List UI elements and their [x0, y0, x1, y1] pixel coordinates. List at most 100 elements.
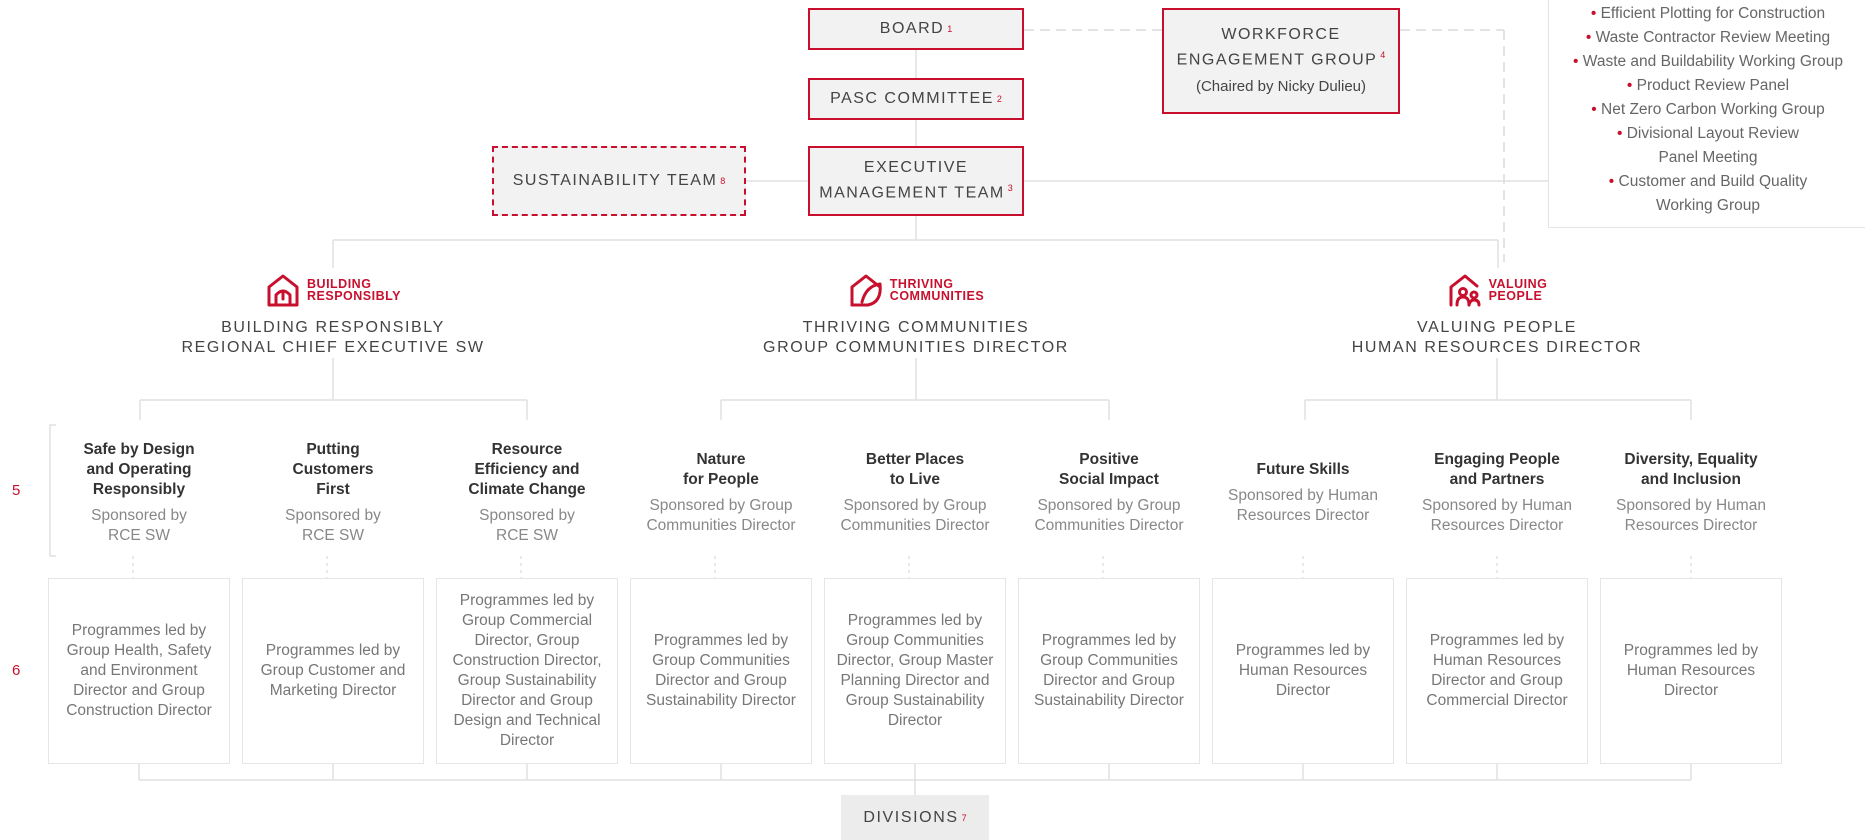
pasc-committee-box: PASC COMMITTEE 2: [808, 78, 1024, 120]
theme-title: Positive Social Impact: [1059, 450, 1159, 490]
programme-line: Group Communities: [652, 652, 790, 669]
programme-line: Design and Technical: [453, 712, 601, 729]
theme-title: Future Skills: [1256, 460, 1349, 480]
divisions-ref: 7: [961, 812, 967, 823]
theme-sponsor-line: Sponsored by: [91, 507, 187, 524]
theme-title-line: Future Skills: [1256, 461, 1350, 478]
programme-line: Human Resources: [1238, 662, 1368, 679]
pillar-title-line1: BUILDING RESPONSIBLY: [221, 319, 445, 336]
programme-line: Sustainability Director: [646, 692, 796, 709]
programme-line: Programmes led by: [847, 612, 983, 629]
programme-box: Programmes led by Group Customer and Marke…: [242, 578, 424, 764]
programme-line: and Environment: [80, 662, 198, 679]
working-group-item: • Waste Contractor Review Meeting: [1549, 26, 1865, 50]
theme-title: Nature for People: [683, 450, 759, 490]
bullet-icon: •: [1616, 125, 1627, 142]
programme-line: Director, Group Master: [836, 652, 994, 669]
theme-sponsor: Sponsored by Human Resources Director: [1228, 486, 1378, 526]
house-leaf-icon: [850, 274, 882, 307]
theme-title-line: Positive: [1079, 451, 1139, 468]
programme-box: Programmes led by Group Commercial Directo…: [436, 578, 618, 764]
programme-box: Programmes led by Human Resources Director…: [1406, 578, 1588, 764]
programme-line: Human Resources: [1432, 652, 1562, 669]
executive-ref: 3: [1007, 183, 1013, 194]
theme-sponsor-line: Communities Director: [646, 517, 796, 534]
theme-title-line: Nature: [696, 451, 746, 468]
programme-line: Director and Group: [1043, 672, 1175, 689]
working-group-item: • Customer and Build Quality: [1549, 170, 1865, 194]
programme-line: Construction Director,: [452, 652, 602, 669]
board-box: BOARD 1: [808, 8, 1024, 50]
programme-line: Group Commercial: [461, 612, 593, 629]
theme-column-header: Safe by Design and Operating Responsibly Sp…: [42, 428, 236, 558]
programme-line: Construction Director: [66, 702, 212, 719]
programme-box: Programmes led by Group Health, Safety and…: [48, 578, 230, 764]
bullet-icon: •: [1573, 53, 1583, 70]
theme-title-line: Climate Change: [468, 481, 586, 498]
workforce-engagement-box: WORKFORCE ENGAGEMENT GROUP 4 (Chaired by …: [1162, 8, 1400, 114]
pillar-title-line2: HUMAN RESOURCES DIRECTOR: [1351, 339, 1643, 356]
bullet-icon: •: [1585, 29, 1596, 46]
programme-box: Programmes led by Group Communities Direct…: [1018, 578, 1200, 764]
workforce-ref: 4: [1380, 50, 1386, 61]
divisions-label: DIVISIONS: [863, 808, 959, 826]
pillar-logo-line2: RESPONSIBLY: [307, 289, 401, 303]
theme-sponsor: Sponsored by RCE SW: [285, 506, 381, 546]
programme-box: Programmes led by Group Communities Direct…: [630, 578, 812, 764]
programme-line: Director and Group: [1431, 672, 1563, 689]
theme-sponsor-line: Sponsored by: [479, 507, 575, 524]
working-group-text: Waste and Buildability Working Group: [1582, 53, 1843, 70]
bullet-icon: •: [1626, 77, 1637, 94]
sustainability-team-box: SUSTAINABILITY TEAM 8: [492, 146, 746, 216]
house-people-icon: [1449, 274, 1481, 307]
theme-sponsor-line: Sponsored by: [285, 507, 381, 524]
theme-title: Engaging People and Partners: [1434, 450, 1560, 490]
working-group-item: • Waste and Buildability Working Group: [1549, 50, 1865, 74]
workforce-line2: ENGAGEMENT GROUP: [1176, 51, 1378, 69]
working-group-item: • Divisional Layout Review: [1549, 122, 1865, 146]
theme-title-line: Engaging People: [1434, 451, 1560, 468]
theme-column-header: Better Places to Live Sponsored by Group Co…: [818, 428, 1012, 558]
programme-line: Group Sustainability: [845, 692, 985, 709]
theme-sponsor-line: Resources Director: [1430, 517, 1564, 534]
pillar-logo: THRIVING COMMUNITIES: [716, 272, 1116, 308]
bullet-icon: •: [1590, 5, 1601, 22]
working-group-item: Working Group: [1549, 194, 1865, 218]
working-group-item: • Efficient Plotting for Construction: [1549, 2, 1865, 26]
programme-line: Director and Group: [655, 672, 787, 689]
pillar-title-line1: THRIVING COMMUNITIES: [802, 319, 1030, 336]
row-label-5: 5: [12, 482, 21, 499]
programme-line: Programmes led by: [459, 592, 595, 609]
theme-sponsor: Sponsored by RCE SW: [91, 506, 187, 546]
programme-line: Marketing Director: [269, 682, 397, 699]
programme-line: Director, Group: [474, 632, 580, 649]
programme-line: Group Sustainability: [457, 672, 597, 689]
theme-sponsor: Sponsored by Group Communities Director: [1034, 496, 1183, 536]
programme-line: Human Resources: [1626, 662, 1756, 679]
theme-column-header: Engaging People and Partners Sponsored by …: [1400, 428, 1594, 558]
theme-title-line: Customers: [292, 461, 374, 478]
theme-sponsor-line: Communities Director: [840, 517, 990, 534]
theme-title-line: Putting: [306, 441, 360, 458]
pillar-building-responsibly: BUILDING RESPONSIBLY BUILDING RESPONSIBLY…: [133, 272, 533, 362]
theme-title-line: Social Impact: [1059, 471, 1159, 488]
theme-title-line: First: [316, 481, 350, 498]
executive-line1: EXECUTIVE: [863, 159, 969, 177]
divisions-box: DIVISIONS 7: [841, 795, 989, 840]
programme-line: Director: [499, 732, 555, 749]
bullet-icon: •: [1608, 173, 1619, 190]
working-group-item: Panel Meeting: [1549, 146, 1865, 170]
programme-line: Group Health, Safety: [66, 642, 212, 659]
theme-sponsor-line: Communities Director: [1034, 517, 1184, 534]
pillar-title-line2: GROUP COMMUNITIES DIRECTOR: [763, 339, 1069, 356]
theme-title-line: Responsibly: [92, 481, 186, 498]
working-group-text: Working Group: [1656, 197, 1760, 214]
pillar-logo-line2: COMMUNITIES: [889, 289, 985, 303]
sustainability-ref: 8: [720, 176, 726, 186]
theme-sponsor-line: Sponsored by Group: [843, 497, 987, 514]
theme-title-line: to Live: [890, 471, 940, 488]
theme-title: Diversity, Equality and Inclusion: [1624, 450, 1757, 490]
pillar-valuing-people: VALUING PEOPLE VALUING PEOPLE HUMAN RESOU…: [1297, 272, 1697, 362]
programme-line: Programmes led by: [1623, 642, 1759, 659]
programme-line: Director: [887, 712, 943, 729]
